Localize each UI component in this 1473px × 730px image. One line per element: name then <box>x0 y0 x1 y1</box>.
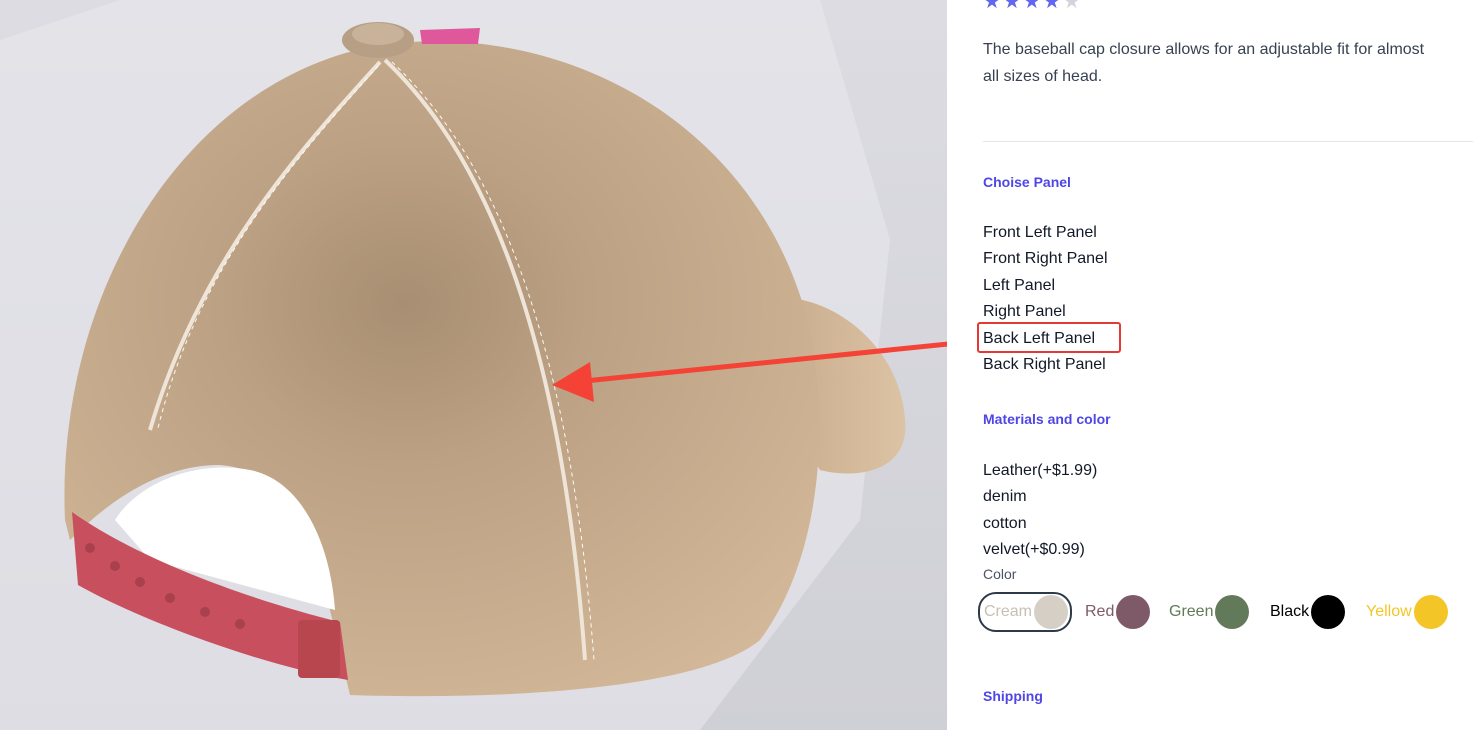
choise-panel-heading: Choise Panel <box>983 174 1071 190</box>
color-label: Color <box>983 566 1017 582</box>
panel-options-list: Front Left Panel Front Right Panel Left … <box>983 220 1108 378</box>
annotation-highlight-box <box>977 322 1121 353</box>
panel-option-back-right[interactable]: Back Right Panel <box>983 352 1108 378</box>
color-dot <box>1116 595 1151 629</box>
divider <box>983 141 1473 142</box>
color-name: Yellow <box>1366 603 1412 620</box>
color-name: Cream <box>984 603 1033 620</box>
panel-option-front-right[interactable]: Front Right Panel <box>983 246 1108 272</box>
panel-option-front-left[interactable]: Front Left Panel <box>983 220 1108 246</box>
color-swatch-cream[interactable]: Cream <box>978 592 1073 632</box>
color-dot <box>1034 595 1069 629</box>
material-option-cotton[interactable]: cotton <box>983 511 1097 537</box>
color-swatch-yellow[interactable]: Yellow <box>1366 595 1448 629</box>
color-swatch-red[interactable]: Red <box>1085 595 1151 629</box>
color-name: Black <box>1270 603 1310 620</box>
star-icon: ★ <box>1022 0 1043 13</box>
product-description: The baseball cap closure allows for an a… <box>983 41 1425 85</box>
color-name: Green <box>1169 603 1214 620</box>
material-option-leather[interactable]: Leather(+$1.99) <box>983 458 1097 484</box>
color-dot <box>1215 595 1250 629</box>
color-dot <box>1413 595 1448 629</box>
color-swatch-black[interactable]: Black <box>1270 595 1346 629</box>
color-swatch-green[interactable]: Green <box>1169 595 1250 629</box>
color-name: Red <box>1085 603 1115 620</box>
star-icon: ★ <box>983 0 1003 13</box>
material-option-denim[interactable]: denim <box>983 484 1097 510</box>
star-empty-icon: ★ <box>1062 0 1083 13</box>
materials-list: Leather(+$1.99) denim cotton velvet(+$0.… <box>983 458 1097 564</box>
panel-option-left[interactable]: Left Panel <box>983 273 1108 299</box>
materials-heading: Materials and color <box>983 411 1111 427</box>
star-icon: ★ <box>1002 0 1023 13</box>
color-dot <box>1311 595 1346 629</box>
shipping-heading[interactable]: Shipping <box>983 688 1043 704</box>
star-icon: ★ <box>1042 0 1063 13</box>
material-option-velvet[interactable]: velvet(+$0.99) <box>983 537 1097 563</box>
3d-model-viewer[interactable] <box>0 0 947 730</box>
rating-stars: ★★★★★ <box>983 0 1083 12</box>
